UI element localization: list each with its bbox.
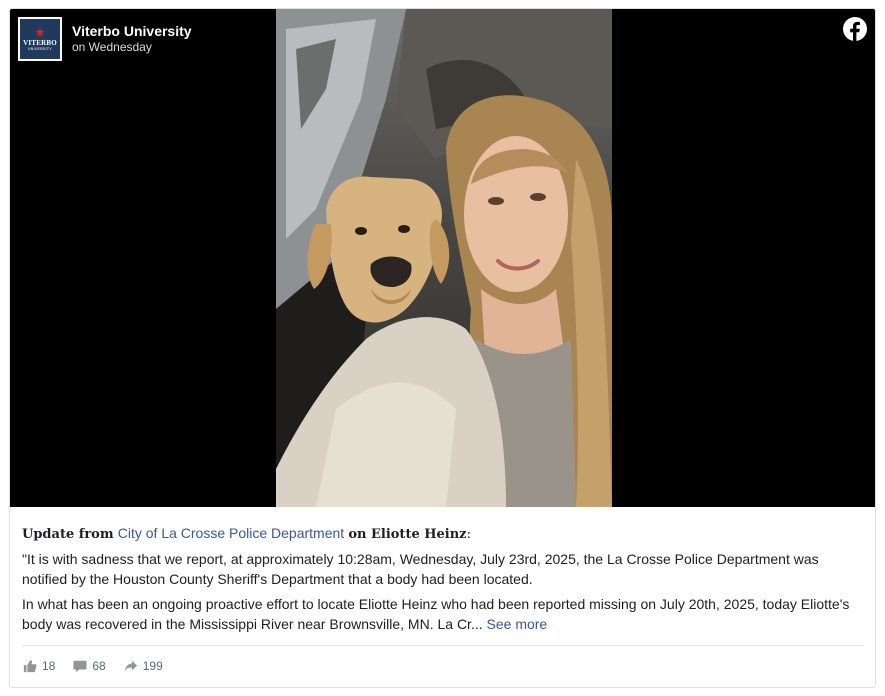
post-body: Update from City of La Crosse Police Dep… [22, 524, 864, 634]
source-page-link[interactable]: City of La Crosse Police Department [118, 525, 344, 541]
page-name[interactable]: Viterbo University [72, 23, 192, 40]
share-count[interactable]: 199 [124, 659, 163, 673]
avatar-logo-subtext: UNIVERSITY [27, 47, 52, 51]
update-colon: : [466, 527, 471, 542]
post-media[interactable]: VITERBO UNIVERSITY Viterbo University on… [10, 9, 875, 507]
post-photo[interactable] [276, 9, 612, 507]
photo-illustration [276, 9, 612, 507]
embedded-post-card: VITERBO UNIVERSITY Viterbo University on… [9, 8, 876, 688]
see-more-link[interactable]: See more [487, 616, 548, 632]
like-count-value: 18 [42, 659, 56, 673]
comment-icon [73, 660, 87, 673]
facebook-icon[interactable] [843, 17, 867, 41]
post-header: VITERBO UNIVERSITY Viterbo University on… [18, 17, 192, 61]
crest-icon [35, 28, 45, 37]
comment-count-value: 68 [92, 659, 106, 673]
avatar[interactable]: VITERBO UNIVERSITY [18, 17, 62, 61]
post-paragraph-1: "It is with sadness that we report, at a… [22, 551, 819, 587]
like-count[interactable]: 18 [23, 659, 55, 673]
comment-count[interactable]: 68 [73, 659, 106, 673]
engagement-bar: 18 68 199 [23, 659, 163, 673]
update-prefix: Update from [22, 527, 114, 542]
update-subject: on Eliotte Heinz [348, 527, 467, 542]
post-paragraph-2-text: In what has been an ongoing proactive ef… [22, 596, 850, 632]
post-paragraph-2: In what has been an ongoing proactive ef… [22, 595, 864, 634]
post-meta: Viterbo University on Wednesday [72, 23, 192, 55]
update-line: Update from City of La Crosse Police Dep… [22, 524, 864, 544]
share-count-value: 199 [142, 659, 163, 673]
like-icon [23, 660, 37, 673]
avatar-logo-text: VITERBO [23, 39, 57, 47]
share-icon [124, 660, 137, 672]
post-timestamp[interactable]: on Wednesday [72, 40, 192, 55]
divider [22, 645, 864, 646]
